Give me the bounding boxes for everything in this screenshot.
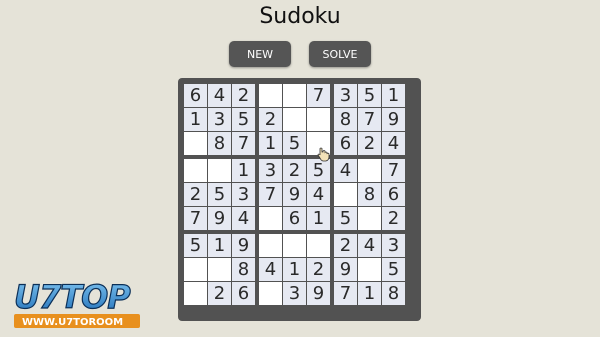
sudoku-cell[interactable]: 7 bbox=[232, 132, 255, 155]
sudoku-cell[interactable]: 6 bbox=[382, 183, 405, 206]
sudoku-cell[interactable] bbox=[259, 234, 282, 257]
sudoku-cell[interactable]: 5 bbox=[334, 207, 357, 230]
sudoku-cell[interactable] bbox=[358, 207, 381, 230]
sudoku-cell[interactable]: 8 bbox=[208, 132, 231, 155]
new-game-button[interactable]: NEW bbox=[229, 41, 291, 67]
sudoku-cell[interactable]: 2 bbox=[307, 258, 330, 281]
sudoku-cell[interactable]: 8 bbox=[382, 282, 405, 305]
sudoku-cell[interactable]: 4 bbox=[259, 258, 282, 281]
sudoku-cell[interactable] bbox=[184, 282, 207, 305]
sudoku-cell[interactable]: 5 bbox=[382, 258, 405, 281]
svg-text:WWW.U7TOROOM: WWW.U7TOROOM bbox=[22, 317, 123, 328]
sudoku-cell[interactable] bbox=[208, 159, 231, 182]
sudoku-cell[interactable]: 9 bbox=[382, 108, 405, 131]
sudoku-cell[interactable]: 1 bbox=[208, 234, 231, 257]
sudoku-cell[interactable]: 9 bbox=[283, 183, 306, 206]
sudoku-cell[interactable]: 2 bbox=[208, 282, 231, 305]
page-title: Sudoku bbox=[259, 4, 341, 29]
sudoku-cell[interactable] bbox=[334, 183, 357, 206]
sudoku-cell[interactable]: 3 bbox=[232, 183, 255, 206]
sudoku-cell[interactable]: 9 bbox=[208, 207, 231, 230]
sudoku-cell[interactable]: 5 bbox=[208, 183, 231, 206]
sudoku-cell[interactable]: 4 bbox=[307, 183, 330, 206]
sudoku-cell[interactable]: 9 bbox=[307, 282, 330, 305]
hand-cursor-icon bbox=[317, 147, 330, 162]
sudoku-cell[interactable] bbox=[358, 258, 381, 281]
sudoku-cell[interactable]: 5 bbox=[307, 159, 330, 182]
sudoku-cell[interactable]: 3 bbox=[208, 108, 231, 131]
svg-text:U7TOP: U7TOP bbox=[14, 278, 131, 316]
sudoku-cell[interactable]: 6 bbox=[184, 84, 207, 107]
sudoku-cell[interactable]: 1 bbox=[358, 282, 381, 305]
sudoku-cell[interactable]: 5 bbox=[184, 234, 207, 257]
sudoku-cell[interactable]: 4 bbox=[358, 234, 381, 257]
sudoku-cell[interactable]: 2 bbox=[334, 234, 357, 257]
u7top-logo: U7TOP WWW.U7TOROOM bbox=[13, 277, 140, 328]
sudoku-cell[interactable]: 7 bbox=[259, 183, 282, 206]
sudoku-cell[interactable]: 7 bbox=[382, 159, 405, 182]
sudoku-cell[interactable]: 7 bbox=[184, 207, 207, 230]
sudoku-board: 6427351135287987156241325472537948679461… bbox=[178, 78, 421, 321]
sudoku-cell[interactable]: 1 bbox=[283, 258, 306, 281]
sudoku-cell[interactable]: 4 bbox=[208, 84, 231, 107]
sudoku-cell[interactable]: 8 bbox=[334, 108, 357, 131]
sudoku-cell[interactable]: 6 bbox=[283, 207, 306, 230]
sudoku-cell[interactable] bbox=[259, 207, 282, 230]
sudoku-cell[interactable] bbox=[184, 258, 207, 281]
sudoku-cell[interactable]: 1 bbox=[259, 132, 282, 155]
sudoku-cell[interactable]: 6 bbox=[232, 282, 255, 305]
sudoku-cell[interactable] bbox=[259, 84, 282, 107]
sudoku-cell[interactable]: 7 bbox=[334, 282, 357, 305]
sudoku-cell[interactable]: 3 bbox=[334, 84, 357, 107]
sudoku-cell[interactable]: 8 bbox=[358, 183, 381, 206]
sudoku-cell[interactable]: 3 bbox=[283, 282, 306, 305]
sudoku-cell[interactable]: 2 bbox=[283, 159, 306, 182]
sudoku-cell[interactable] bbox=[358, 159, 381, 182]
sudoku-cell[interactable]: 7 bbox=[358, 108, 381, 131]
solve-button[interactable]: SOLVE bbox=[309, 41, 371, 67]
sudoku-cell[interactable]: 5 bbox=[358, 84, 381, 107]
sudoku-cell[interactable]: 5 bbox=[232, 108, 255, 131]
sudoku-cell[interactable]: 1 bbox=[382, 84, 405, 107]
sudoku-cell[interactable]: 6 bbox=[334, 132, 357, 155]
sudoku-cell[interactable]: 2 bbox=[184, 183, 207, 206]
sudoku-cell[interactable]: 2 bbox=[259, 108, 282, 131]
sudoku-cell[interactable]: 9 bbox=[334, 258, 357, 281]
sudoku-cell[interactable]: 4 bbox=[334, 159, 357, 182]
sudoku-cell[interactable] bbox=[259, 282, 282, 305]
sudoku-cell[interactable]: 7 bbox=[307, 84, 330, 107]
sudoku-cell[interactable]: 2 bbox=[382, 207, 405, 230]
sudoku-cell[interactable]: 3 bbox=[259, 159, 282, 182]
sudoku-cell[interactable]: 2 bbox=[232, 84, 255, 107]
sudoku-cell[interactable] bbox=[283, 108, 306, 131]
sudoku-cell[interactable] bbox=[283, 84, 306, 107]
sudoku-cell[interactable]: 8 bbox=[232, 258, 255, 281]
sudoku-cell[interactable]: 5 bbox=[283, 132, 306, 155]
sudoku-cell[interactable]: 1 bbox=[307, 207, 330, 230]
sudoku-cell[interactable] bbox=[307, 108, 330, 131]
sudoku-cell[interactable]: 1 bbox=[184, 108, 207, 131]
sudoku-cell[interactable] bbox=[283, 234, 306, 257]
sudoku-cell[interactable] bbox=[208, 258, 231, 281]
sudoku-cell[interactable]: 9 bbox=[232, 234, 255, 257]
sudoku-cell[interactable]: 2 bbox=[358, 132, 381, 155]
sudoku-cell[interactable]: 4 bbox=[382, 132, 405, 155]
sudoku-cell[interactable] bbox=[184, 159, 207, 182]
sudoku-cell[interactable]: 1 bbox=[232, 159, 255, 182]
sudoku-cell[interactable]: 4 bbox=[232, 207, 255, 230]
sudoku-cell[interactable] bbox=[307, 234, 330, 257]
sudoku-cell[interactable]: 3 bbox=[382, 234, 405, 257]
sudoku-cell[interactable] bbox=[184, 132, 207, 155]
